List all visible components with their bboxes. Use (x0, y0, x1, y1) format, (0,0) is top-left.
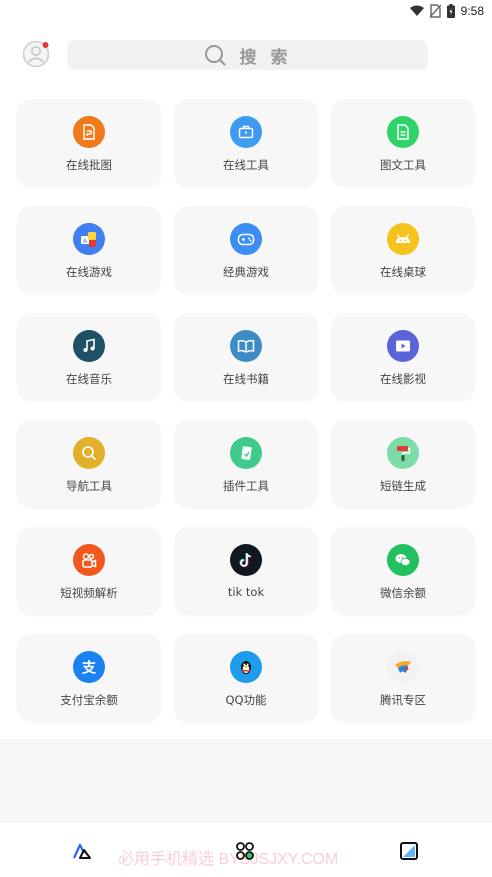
status-icons: 9:58 (409, 3, 484, 19)
tile-label: QQ功能 (225, 693, 267, 707)
header: 搜 索 (0, 38, 492, 74)
tile-plugin-tools[interactable]: 插件工具 (174, 420, 318, 508)
game-cubes-icon: A (73, 223, 105, 255)
tile-text-tools[interactable]: 图文工具 (331, 99, 475, 187)
tile-label: 在线影视 (380, 372, 426, 386)
tile-alipay-balance[interactable]: 支 支付宝余额 (17, 634, 161, 722)
tile-label: 腾讯专区 (380, 693, 426, 707)
picture-frame-icon (400, 842, 418, 860)
tile-tencent-zone[interactable]: 腾讯专区 (331, 634, 475, 722)
nav-apps[interactable] (235, 841, 255, 861)
magnifier-icon (73, 437, 105, 469)
tile-tiktok[interactable]: tik tok (174, 527, 318, 615)
battery-icon (446, 4, 455, 18)
tile-short-video-parse[interactable]: 短视频解析 (17, 527, 161, 615)
tile-label: 在线书籍 (223, 372, 269, 386)
home-logo-icon (73, 843, 91, 859)
status-time: 9:58 (460, 4, 484, 18)
search-bar[interactable]: 搜 索 (67, 40, 428, 70)
tile-label: 短链生成 (380, 479, 426, 493)
open-book-icon (230, 330, 262, 362)
user-avatar-icon (22, 40, 50, 68)
avatar[interactable] (22, 40, 50, 68)
status-bar: 9:58 (0, 0, 492, 22)
nav-home[interactable] (72, 841, 92, 861)
tile-navigation-tools[interactable]: 导航工具 (17, 420, 161, 508)
tile-online-billiards[interactable]: 在线桌球 (331, 206, 475, 294)
grid-apps-icon (236, 842, 254, 860)
watermark: 必用手机精选 BYSJSJXY.COM (118, 851, 339, 868)
paint-roller-icon (387, 437, 419, 469)
tile-short-link[interactable]: 短链生成 (331, 420, 475, 508)
tile-classic-games[interactable]: 经典游戏 (174, 206, 318, 294)
tile-label: 在线工具 (223, 158, 269, 172)
nav-gallery[interactable] (399, 841, 419, 861)
tile-online-games[interactable]: A 在线游戏 (17, 206, 161, 294)
tile-label: 图文工具 (380, 158, 426, 172)
tile-qq-functions[interactable]: QQ功能 (174, 634, 318, 722)
tile-label: 在线桌球 (380, 265, 426, 279)
search-placeholder: 搜 索 (239, 47, 292, 68)
tile-label: 微信余额 (380, 586, 426, 600)
tile-online-image[interactable]: 在线批图 (17, 99, 161, 187)
tile-label: 导航工具 (66, 479, 112, 493)
gamepad-icon (230, 223, 262, 255)
wechat-icon (387, 544, 419, 576)
wifi-icon (409, 5, 424, 16)
tile-online-video[interactable]: 在线影视 (331, 313, 475, 401)
tile-label: 在线音乐 (66, 372, 112, 386)
tile-label: 插件工具 (223, 479, 269, 493)
tiktok-icon (230, 544, 262, 576)
tile-online-tools[interactable]: 在线工具 (174, 99, 318, 187)
tile-online-music[interactable]: 在线音乐 (17, 313, 161, 401)
document-icon (387, 116, 419, 148)
tile-wechat-balance[interactable]: 微信余额 (331, 527, 475, 615)
tile-label: 支付宝余额 (60, 693, 118, 707)
tile-label: 在线游戏 (66, 265, 112, 279)
image-file-icon (73, 116, 105, 148)
feature-grid: 在线批图 在线工具 图文工具 A 在线游戏 经典游戏 在线桌球 在线音乐 在线书… (17, 99, 475, 722)
plugin-card-icon (230, 437, 262, 469)
svg-text:支: 支 (81, 660, 97, 677)
kuaishou-icon (73, 544, 105, 576)
tile-label: tik tok (227, 585, 265, 599)
empty-area (0, 739, 492, 821)
tile-label: 短视频解析 (60, 586, 118, 600)
tile-label: 经典游戏 (223, 265, 269, 279)
bottom-nav: 必用手机精选 BYSJSJXY.COM (0, 821, 492, 877)
toolbox-icon (230, 116, 262, 148)
music-note-icon (73, 330, 105, 362)
notification-dot (42, 42, 49, 48)
tencent-game-icon (387, 651, 419, 683)
alipay-icon: 支 (73, 651, 105, 683)
search-icon (204, 45, 226, 66)
no-sim-icon (429, 4, 441, 18)
tile-online-books[interactable]: 在线书籍 (174, 313, 318, 401)
tile-label: 在线批图 (66, 158, 112, 172)
robot-icon (387, 223, 419, 255)
video-play-icon (387, 330, 419, 362)
qq-penguin-icon (230, 651, 262, 683)
